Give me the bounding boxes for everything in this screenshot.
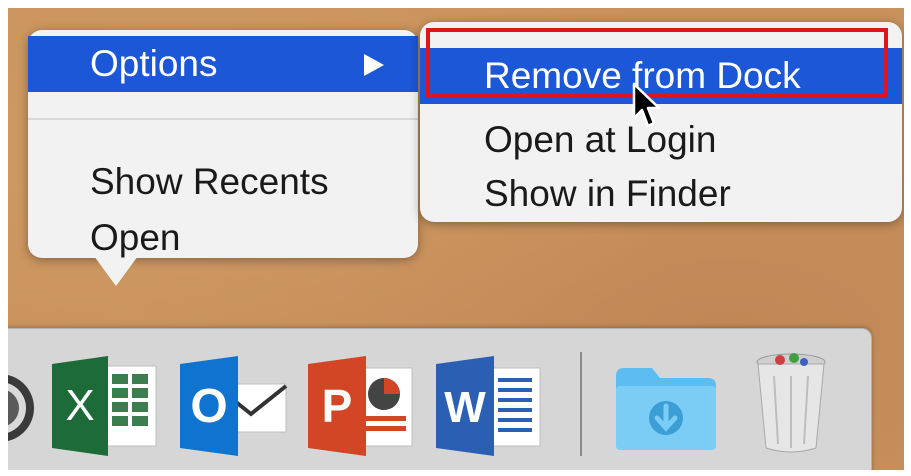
outlook-letter: O	[190, 380, 227, 433]
screenshot-frame: Options Show Recents Open Remove from Do…	[8, 8, 904, 470]
submenu-arrow-icon	[364, 54, 384, 76]
safari-icon[interactable]	[8, 360, 38, 456]
trash-icon[interactable]	[748, 348, 834, 458]
menu-item-open[interactable]: Open	[28, 210, 418, 266]
excel-icon[interactable]: X	[50, 354, 160, 458]
excel-letter: X	[65, 381, 94, 430]
dock-separator	[580, 352, 582, 456]
outlook-icon[interactable]: O	[178, 354, 290, 458]
menu-item-show-in-finder[interactable]: Show in Finder	[420, 166, 902, 222]
mouse-cursor-icon	[632, 82, 661, 128]
powerpoint-icon[interactable]: P	[306, 354, 418, 458]
powerpoint-letter: P	[322, 380, 353, 432]
menu-separator	[28, 118, 418, 120]
menu-item-show-in-finder-label: Show in Finder	[484, 173, 731, 214]
word-icon[interactable]: W	[434, 354, 546, 458]
menu-item-open-at-login-label: Open at Login	[484, 119, 717, 160]
word-letter: W	[444, 383, 486, 432]
menu-item-show-recents-label: Show Recents	[90, 161, 329, 202]
menu-item-open-label: Open	[90, 217, 181, 258]
dock-context-menu: Options Show Recents Open	[28, 30, 418, 286]
menu-item-options-label: Options	[90, 43, 218, 84]
menu-item-options[interactable]: Options	[28, 36, 418, 92]
menu-item-show-recents[interactable]: Show Recents	[28, 154, 418, 210]
downloads-folder-icon[interactable]	[610, 362, 722, 454]
